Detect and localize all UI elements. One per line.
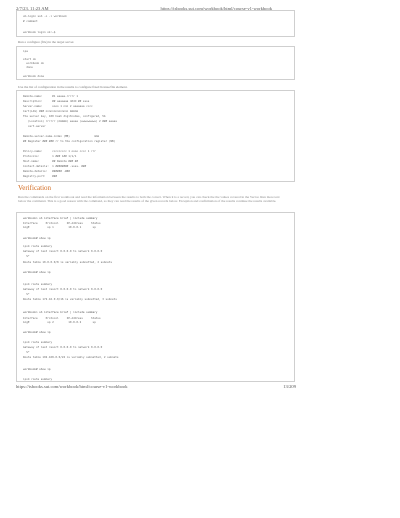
code-line: Remote-name: #1 eeeee-rrrrr 1 (23, 94, 79, 98)
code-line: Route table 172.16.0.0/16 is variably su… (23, 297, 117, 301)
code-line: ipa (23, 49, 28, 53)
command-title: workbook> sh interface brief | include s… (23, 310, 98, 314)
code-line: Policy-name: ccccccccc 1 oooo cccc 1 rrr (23, 149, 96, 153)
code-box-2: ipa start ok workbook ok done workbook d… (16, 46, 295, 80)
code-line: Host-name: ## Remote ### ## (23, 159, 79, 163)
code-line: Route table 192.168.0.0/24 is variably s… (23, 355, 119, 359)
code-box-4: workbook> sh interface brief | include s… (16, 212, 295, 382)
footer-url[interactable]: https://tsbooks.sut.com/workbook/html/co… (16, 384, 128, 392)
code-line: Contact-details: 1 ######## -ssss- ### (23, 164, 87, 168)
code-box-3: Remote-name: #1 eeeee-rrrrr 1 Descriptio… (16, 90, 295, 182)
code-line: (Location) rrrrrr (mmmmm) eeeee (wwwwwww… (23, 119, 117, 123)
section-paragraph: Run the commands on the first workbook a… (18, 195, 280, 204)
section-heading: Verification (18, 184, 52, 192)
page-number: 13/209 (283, 384, 296, 389)
print-footer: https://tsbooks.sut.com/workbook/html/co… (16, 384, 296, 392)
code-line: Description: ## aaaaaaa dddd ## ssss (23, 99, 90, 103)
code-line: # comment (23, 19, 38, 23)
code-box-top: vm-login ssh -o -i workbook # comment wo… (16, 10, 295, 37)
step-caption: Run a configure (file) in the target ser… (18, 40, 75, 44)
code-line: ## Register ### ### rr to the configurat… (23, 139, 116, 143)
code-line: Protocols: 1 ### 1## 1/1/1 (23, 154, 77, 158)
code-line: workbook done (23, 74, 45, 78)
code-line: Remote-details: ###### -### (23, 169, 70, 173)
code-line: Route table 10.0.0.0/8 is variably subne… (23, 260, 112, 264)
table-row: GigE up 2 10.0.0.2 up (23, 320, 96, 324)
code-line: S* (23, 254, 30, 258)
table-row: GigE up 1 10.0.0.1 up (23, 225, 96, 229)
code-line: ipv4 route summary (23, 340, 53, 344)
code-line: Server-name: oooo 1 nnn 2 aaaaaaa cccc (23, 104, 93, 108)
code-line: The server key, 100 hash digitnodes, con… (23, 114, 106, 118)
code-line: S* (23, 350, 30, 354)
code-line: workbook# show ip (23, 367, 51, 371)
code-line: S* (23, 292, 30, 296)
code-line: workbook# show ip (23, 330, 51, 334)
code-line: vm-login ssh -o -i workbook (23, 14, 67, 18)
step-caption: Use the list of configuration in the res… (18, 85, 128, 89)
command-title: workbook# show ip (23, 270, 51, 274)
code-line: ipv4 route summary (23, 244, 53, 248)
code-line: ipv4 route summary (23, 282, 53, 286)
code-line: workbook# show ip (23, 236, 51, 240)
code-line: ipv4 route summary (23, 377, 53, 381)
code-line: Cert(LAS) ### nnnnnnnnnnnnnn mmmmm (23, 109, 79, 113)
code-line: Registry-port: ### (23, 174, 57, 178)
code-line: Remote-server-name-index (MB) mmm (23, 134, 100, 138)
code-line: Gateway of last resort 0.0.0.0 to networ… (23, 287, 103, 291)
code-line: Gateway of last resort 0.0.0.0 to networ… (23, 249, 103, 253)
code-line: Gateway of last resort 0.0.0.0 to networ… (23, 345, 103, 349)
code-line: done (23, 65, 33, 69)
command-title: workbook> sh interface brief | include s… (23, 216, 98, 220)
code-line: cert-server (23, 124, 46, 128)
code-line: workbook login ok:~$ (23, 30, 56, 34)
